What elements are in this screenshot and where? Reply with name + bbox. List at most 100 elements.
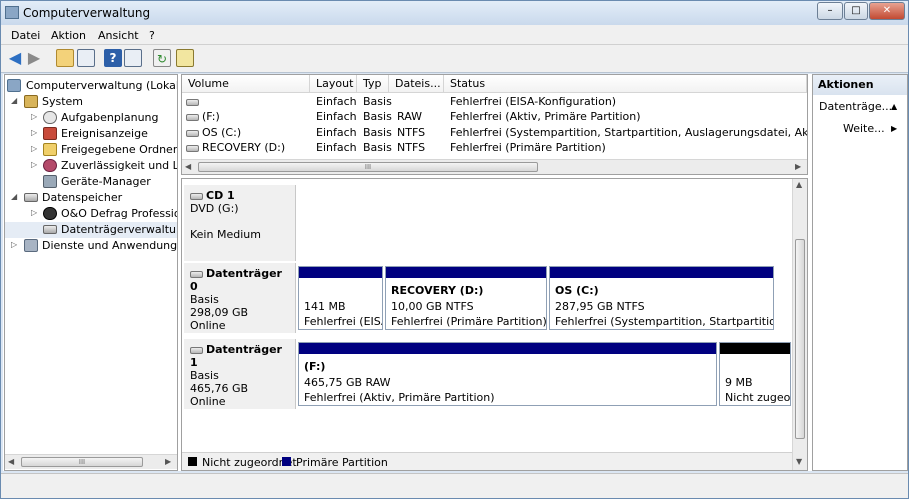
partition-name: OS (C:) [555, 284, 599, 297]
status-bar [1, 473, 908, 498]
scroll-down-arrow-icon[interactable]: ▼ [796, 457, 802, 466]
volume-cell: (F:) [186, 110, 308, 123]
status-cell: Fehlerfrei (EISA-Konfiguration) [450, 95, 617, 108]
scroll-left-arrow-icon[interactable]: ◀ [8, 457, 14, 466]
menu-help[interactable]: ? [149, 29, 155, 42]
disk-graphical-view: CD 1 DVD (G:) Kein Medium Datenträger 0 … [181, 178, 808, 471]
disk-icon [186, 144, 199, 152]
refresh-icon[interactable]: ↻ [153, 49, 171, 67]
partition-name: RECOVERY (D:) [391, 284, 484, 297]
table-row[interactable]: OS (C:) Einfach Basis NTFS Fehlerfrei (S… [182, 125, 807, 140]
primary-partition-bar [299, 343, 716, 354]
column-header-dateisystem[interactable]: Dateis... [389, 75, 444, 93]
expanded-arrow-icon[interactable]: ◢ [11, 96, 21, 105]
status-cell: Fehlerfrei (Systempartition, Startpartit… [450, 126, 807, 139]
minimize-button[interactable]: – [817, 2, 843, 20]
primary-swatch [282, 457, 291, 466]
tree-item-datentraegerverwaltung[interactable]: Datenträgerverwaltung [5, 222, 177, 238]
partition-f[interactable]: (F:) 465,75 GB RAW Fehlerfrei (Aktiv, Pr… [298, 342, 717, 406]
show-hide-tree-icon[interactable] [77, 49, 95, 67]
action-label: Weite... [843, 122, 885, 135]
menu-datei[interactable]: Datei [11, 29, 40, 42]
column-header-volume[interactable]: Volume [182, 75, 310, 93]
computer-icon [7, 79, 21, 92]
collapsed-arrow-icon[interactable]: ▷ [31, 208, 41, 217]
collapse-arrow-icon[interactable]: ▲ [891, 102, 897, 111]
volume-list: Volume Layout Typ Dateis... Status Einfa… [181, 74, 808, 175]
partition-recovery[interactable]: RECOVERY (D:) 10,00 GB NTFS Fehlerfrei (… [385, 266, 547, 330]
partition-status: Fehlerfrei (Aktiv, Primäre Partition) [304, 391, 495, 404]
collapsed-arrow-icon[interactable]: ▷ [31, 112, 41, 121]
type-cell: Basis [363, 110, 392, 123]
tree-horizontal-scrollbar[interactable]: ◀ III ▶ [5, 454, 177, 469]
shared-folder-icon [43, 143, 57, 156]
table-row[interactable]: (F:) Einfach Basis RAW Fehlerfrei (Aktiv… [182, 109, 807, 124]
column-header-typ[interactable]: Typ [357, 75, 389, 93]
scrollbar-thumb[interactable]: III [21, 457, 143, 467]
collapsed-arrow-icon[interactable]: ▷ [31, 160, 41, 169]
submenu-arrow-icon[interactable]: ▶ [891, 124, 897, 133]
partition-eisa[interactable]: 141 MB Fehlerfrei (EISA [298, 266, 383, 330]
partition-unallocated[interactable]: 9 MB Nicht zugeor [719, 342, 791, 406]
menu-ansicht[interactable]: Ansicht [98, 29, 139, 42]
volume-list-horizontal-scrollbar[interactable]: ◀ III ▶ [182, 159, 807, 174]
expanded-arrow-icon[interactable]: ◢ [11, 192, 21, 201]
up-folder-icon[interactable] [56, 49, 74, 67]
unallocated-swatch [188, 457, 197, 466]
menu-aktion[interactable]: Aktion [51, 29, 86, 42]
table-row[interactable]: RECOVERY (D:) Einfach Basis NTFS Fehlerf… [182, 140, 807, 155]
defrag-icon [43, 207, 57, 220]
partition-size: 465,75 GB RAW [304, 376, 391, 389]
disk-icon [186, 98, 199, 106]
disk-label-datentraeger-0[interactable]: Datenträger 0 Basis 298,09 GB Online [184, 263, 296, 333]
partition-size: 287,95 GB NTFS [555, 300, 645, 313]
column-header-layout[interactable]: Layout [310, 75, 357, 93]
column-header-status[interactable]: Status [444, 75, 807, 93]
clock-icon [43, 111, 57, 124]
maximize-button[interactable]: □ [844, 2, 868, 20]
partition-size: 10,00 GB NTFS [391, 300, 474, 313]
forward-arrow-icon[interactable]: ▶ [25, 49, 43, 67]
help-icon[interactable]: ? [104, 49, 122, 67]
unallocated-bar [720, 343, 790, 354]
disk-type: Basis [190, 293, 219, 306]
disk-label-cd1[interactable]: CD 1 DVD (G:) Kein Medium [184, 185, 296, 261]
device-manager-icon [43, 175, 57, 188]
filesystem-cell: NTFS [397, 126, 426, 139]
disk-name: Datenträger 0 [190, 267, 282, 293]
filesystem-cell: NTFS [397, 141, 426, 154]
scrollbar-thumb[interactable]: III [198, 162, 538, 172]
scroll-left-arrow-icon[interactable]: ◀ [185, 162, 191, 171]
show-action-pane-icon[interactable] [124, 49, 142, 67]
action-weitere[interactable]: Weite... ▶ [843, 122, 897, 135]
scroll-right-arrow-icon[interactable]: ▶ [165, 457, 171, 466]
collapsed-arrow-icon[interactable]: ▷ [31, 128, 41, 137]
disk-label-datentraeger-1[interactable]: Datenträger 1 Basis 465,76 GB Online [184, 339, 296, 409]
close-button[interactable]: ✕ [869, 2, 905, 20]
event-viewer-icon [43, 127, 57, 140]
partition-os[interactable]: OS (C:) 287,95 GB NTFS Fehlerfrei (Syste… [549, 266, 774, 330]
app-window: Computerverwaltung – □ ✕ Datei Aktion An… [0, 0, 909, 499]
disk-icon [186, 129, 199, 137]
main-area: Computerverwaltung (Lokal) ◢ System ▷ Au… [3, 74, 908, 471]
properties-icon[interactable] [176, 49, 194, 67]
primary-partition-bar [299, 267, 382, 278]
graph-vertical-scrollbar[interactable]: ▲ ▼ [792, 179, 807, 470]
back-arrow-icon[interactable]: ◀ [6, 49, 24, 67]
volume-cell: OS (C:) [186, 126, 308, 139]
collapsed-arrow-icon[interactable]: ▷ [11, 240, 21, 249]
scroll-right-arrow-icon[interactable]: ▶ [795, 162, 801, 171]
type-cell: Basis [363, 141, 392, 154]
services-icon [24, 239, 38, 252]
type-cell: Basis [363, 126, 392, 139]
scroll-up-arrow-icon[interactable]: ▲ [796, 180, 802, 189]
filesystem-cell: RAW [397, 110, 422, 123]
action-datentraeger[interactable]: Datenträge... ▲ [819, 100, 897, 113]
disk-icon [190, 270, 203, 278]
layout-cell: Einfach [316, 141, 357, 154]
scrollbar-thumb[interactable] [795, 239, 805, 439]
table-row[interactable]: Einfach Basis Fehlerfrei (EISA-Konfigura… [182, 94, 807, 109]
title-bar[interactable]: Computerverwaltung – □ ✕ [1, 1, 908, 25]
collapsed-arrow-icon[interactable]: ▷ [31, 144, 41, 153]
partition-status: Fehlerfrei (Primäre Partition) [391, 315, 547, 328]
